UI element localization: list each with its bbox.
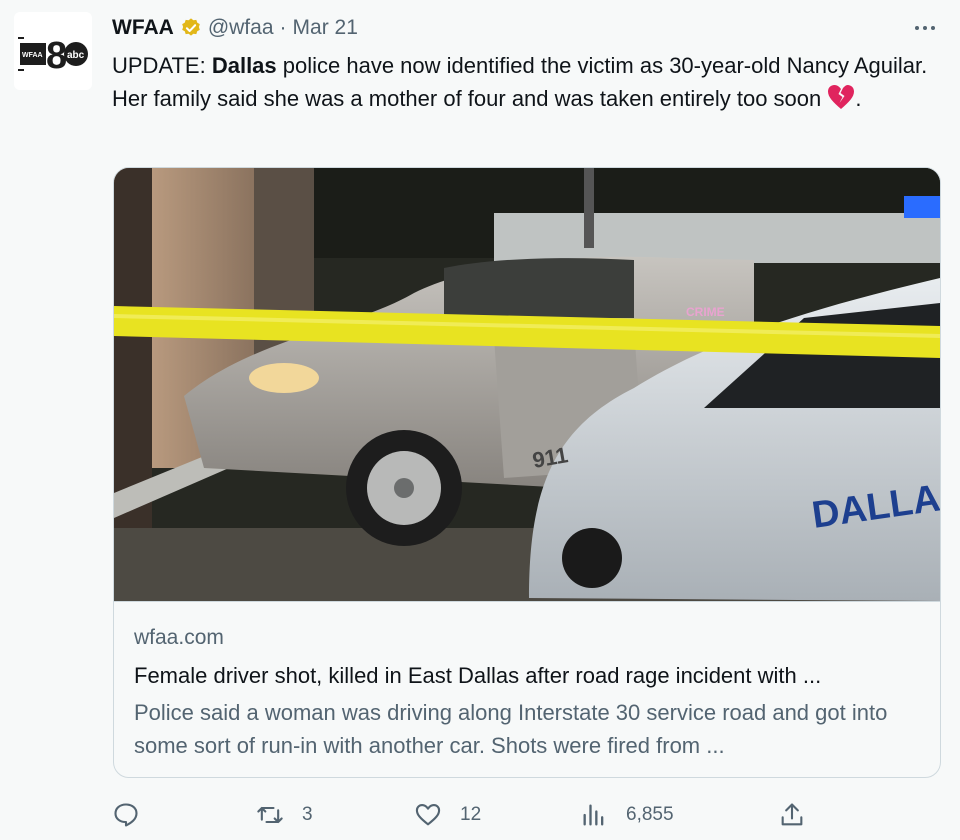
share-icon (781, 803, 803, 826)
svg-text:CRIME: CRIME (686, 305, 725, 319)
svg-text:8: 8 (46, 35, 67, 77)
tweet-date[interactable]: Mar 21 (293, 16, 358, 40)
svg-text:WFAA: WFAA (22, 52, 43, 59)
view-count: 6,855 (626, 804, 674, 825)
tweet-header: WFAA @wfaa · Mar 21 (112, 14, 358, 42)
analytics-icon (583, 804, 604, 826)
tweet-prefix: UPDATE: (112, 53, 212, 78)
like-count: 12 (460, 804, 482, 825)
like-button[interactable]: 12 (414, 795, 481, 835)
card-domain[interactable]: wfaa.com (134, 626, 224, 650)
retweet-count: 3 (302, 804, 313, 825)
wfaa-logo: WFAA 8 abc (18, 35, 88, 77)
reply-button[interactable] (112, 795, 158, 835)
tweet-text: UPDATE: Dallas police have now identifie… (112, 49, 932, 115)
author-handle[interactable]: @wfaa (208, 16, 274, 40)
card-image[interactable]: 911 DALLA CRIME (114, 168, 940, 601)
tweet-actions: 3 12 6,855 (0, 795, 960, 835)
more-options-icon[interactable] (910, 18, 940, 38)
share-button[interactable] (778, 795, 806, 835)
heart-icon (415, 804, 441, 826)
reply-icon (114, 803, 138, 827)
tweet-bold-word: Dallas (211, 53, 277, 78)
card-meta[interactable]: wfaa.com Female driver shot, killed in E… (114, 601, 940, 777)
card-description: Police said a woman was driving along In… (134, 700, 888, 758)
separator-dot: · (279, 16, 287, 39)
retweet-icon (257, 806, 283, 824)
verified-badge-icon (182, 18, 200, 36)
svg-text:abc: abc (67, 50, 85, 61)
tweet-suffix: . (855, 86, 862, 111)
avatar[interactable]: WFAA 8 abc (14, 12, 92, 90)
retweet-button[interactable]: 3 (256, 795, 313, 835)
views-button[interactable]: 6,855 (580, 795, 674, 835)
author-name[interactable]: WFAA (112, 16, 174, 40)
link-card[interactable]: 911 DALLA CRIME wfaa.com Female driver s… (113, 167, 941, 778)
card-title[interactable]: Female driver shot, killed in East Dalla… (134, 660, 924, 692)
crime-scene-photo: 911 DALLA CRIME (114, 168, 940, 601)
broken-heart-icon (828, 85, 855, 109)
